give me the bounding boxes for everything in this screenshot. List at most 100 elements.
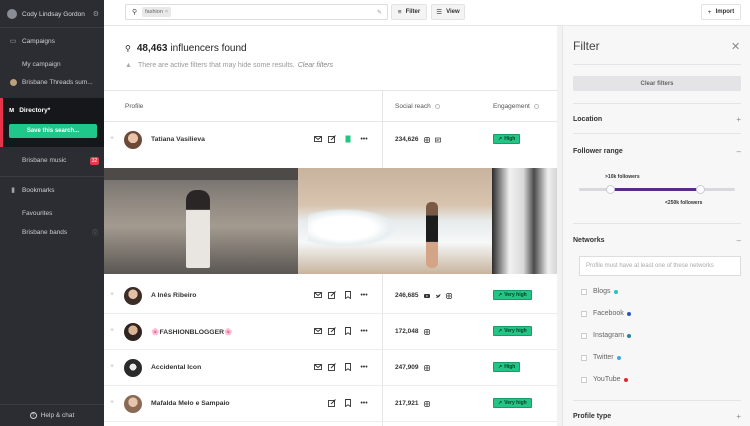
range-min-label: >10k followers [605, 174, 640, 180]
mail-icon[interactable] [314, 135, 322, 143]
filter-section-follower-range[interactable]: Follower range – [573, 147, 741, 156]
checkbox[interactable] [581, 332, 587, 339]
engagement-badge: ↗ Very high [493, 290, 532, 300]
edit-icon[interactable] [328, 399, 336, 407]
network-option-facebook[interactable]: Facebook [581, 310, 631, 317]
table-row[interactable]: + Accidental Icon ••• 247,909 ↗ High [104, 350, 562, 386]
campaign-avatar [10, 79, 17, 86]
close-icon[interactable]: ✕ [731, 40, 740, 53]
mail-icon[interactable] [314, 363, 322, 371]
profile-name[interactable]: Accidental Icon [151, 364, 201, 371]
expand-icon[interactable]: + [110, 291, 114, 298]
search-input[interactable]: ⚲ fashion × ✎ [125, 4, 388, 20]
view-button[interactable]: ☰ View [431, 4, 465, 20]
mail-icon[interactable] [314, 291, 322, 299]
follower-range-slider[interactable] [579, 188, 735, 191]
import-button[interactable]: + Import [701, 4, 741, 20]
edit-icon[interactable] [328, 291, 336, 299]
search-chip[interactable]: fashion × [142, 7, 172, 17]
slider-handle-min[interactable] [605, 185, 615, 194]
avatar [124, 359, 142, 377]
minus-icon: – [736, 147, 741, 156]
profile-photo[interactable] [104, 168, 298, 274]
photo-figure [186, 190, 210, 268]
column-header-profile[interactable]: Profile [125, 103, 143, 110]
sidebar-item-my-campaign[interactable]: My campaign [22, 61, 61, 68]
expand-icon[interactable]: + [110, 363, 114, 370]
profile-name[interactable]: Tatiana Vasilieva [151, 136, 205, 143]
expand-icon[interactable]: + [110, 135, 114, 142]
checkbox[interactable] [581, 310, 587, 317]
trend-icon: ↗ [498, 136, 503, 142]
filter-section-profile-type[interactable]: Profile type + [573, 412, 741, 421]
sidebar-item-brisbane-music[interactable]: Brisbane music [22, 157, 66, 164]
sidebar-item-favourites[interactable]: Favourites [22, 210, 52, 217]
more-icon[interactable]: ••• [360, 291, 368, 299]
bookmark-icon[interactable] [344, 291, 352, 299]
edit-icon[interactable] [328, 327, 336, 335]
twitter-icon [435, 293, 440, 298]
sidebar-item-bookmarks[interactable]: ▮ Bookmarks [9, 186, 55, 195]
bookmark-icon[interactable] [344, 399, 352, 407]
filter-button[interactable]: ≡ Filter [391, 4, 427, 20]
filter-section-location[interactable]: Location + [573, 115, 741, 124]
gear-icon[interactable]: ⚙ [93, 10, 99, 18]
table-row[interactable]: + Mafalda Melo e Sampaio ••• 217,921 ↗ Ve… [104, 386, 562, 422]
trend-icon: ↗ [498, 292, 503, 298]
sidebar-item-directory[interactable]: ᴍ Directory* Save this search... [0, 98, 104, 147]
wrench-icon[interactable]: ✎ [377, 9, 382, 16]
profile-photo[interactable] [492, 168, 562, 274]
sidebar-item-brisbane-threads[interactable]: Brisbane Threads sum... [10, 79, 93, 86]
clear-filters-link[interactable]: Clear filters [298, 62, 333, 69]
sidebar-item-brisbane-bands[interactable]: Brisbane bands ⓘ [22, 228, 98, 237]
reach-value: 247,909 [395, 364, 419, 371]
network-option-youtube[interactable]: YouTube [581, 376, 628, 383]
more-icon[interactable]: ••• [360, 327, 368, 335]
user-menu[interactable]: Cody Lindsay Gordon ⚙ [7, 8, 99, 20]
profile-name[interactable]: 🌸FASHIONBLOGGER🌸 [151, 328, 233, 336]
plus-icon: + [707, 8, 712, 16]
network-option-blogs[interactable]: Blogs [581, 288, 618, 295]
network-label: Blogs [593, 288, 611, 295]
count-badge: 32 [90, 157, 99, 165]
table-row[interactable]: + 🌸FASHIONBLOGGER🌸 ••• 172,048 ↗ Very hig… [104, 314, 562, 350]
profile-name[interactable]: A Inês Ribeiro [151, 292, 196, 299]
more-icon[interactable]: ••• [360, 135, 368, 143]
network-option-instagram[interactable]: Instagram [581, 332, 632, 339]
checkbox[interactable] [581, 288, 587, 295]
column-header-reach[interactable]: Social reach [395, 103, 440, 110]
sidebar-item-campaigns[interactable]: ▭ Campaigns [9, 37, 55, 46]
network-color-dot [627, 333, 632, 338]
checkbox[interactable] [581, 376, 587, 383]
expand-icon[interactable]: + [110, 399, 114, 406]
slider-handle-max[interactable] [696, 185, 706, 194]
clear-filters-button[interactable]: Clear filters [573, 76, 741, 91]
expand-icon[interactable]: + [110, 327, 114, 334]
table-row[interactable]: + Tatiana Vasilieva ••• 234,626 ↗ High [104, 122, 562, 158]
minus-icon: – [736, 236, 741, 245]
table-row[interactable]: + A Inês Ribeiro ••• 246,685 ↗ Very high [104, 278, 562, 314]
filter-section-networks[interactable]: Networks – [573, 236, 741, 245]
bookmark-icon[interactable] [344, 135, 352, 143]
profile-photo[interactable] [298, 168, 492, 274]
chip-remove-icon[interactable]: × [165, 9, 168, 15]
help-icon: ? [29, 412, 37, 419]
networks-input[interactable]: Profile must have at least one of these … [579, 256, 741, 276]
edit-icon[interactable] [328, 363, 336, 371]
network-option-twitter[interactable]: Twitter [581, 354, 621, 361]
bookmark-icon[interactable] [344, 327, 352, 335]
more-icon[interactable]: ••• [360, 363, 368, 371]
help-chat-button[interactable]: ? Help & chat [0, 404, 104, 426]
photo-detail [104, 168, 298, 180]
save-search-button[interactable]: Save this search... [9, 124, 97, 138]
checkbox[interactable] [581, 354, 587, 361]
edit-icon[interactable] [328, 135, 336, 143]
sidebar-item-label: Bookmarks [22, 186, 55, 194]
column-header-engagement[interactable]: Engagement [493, 103, 539, 110]
mail-icon[interactable] [314, 327, 322, 335]
more-icon[interactable]: ••• [360, 399, 368, 407]
engagement-label: High [504, 364, 516, 370]
table-header: Profile Social reach Engagement [104, 90, 562, 122]
bookmark-icon[interactable] [344, 363, 352, 371]
profile-name[interactable]: Mafalda Melo e Sampaio [151, 400, 230, 407]
